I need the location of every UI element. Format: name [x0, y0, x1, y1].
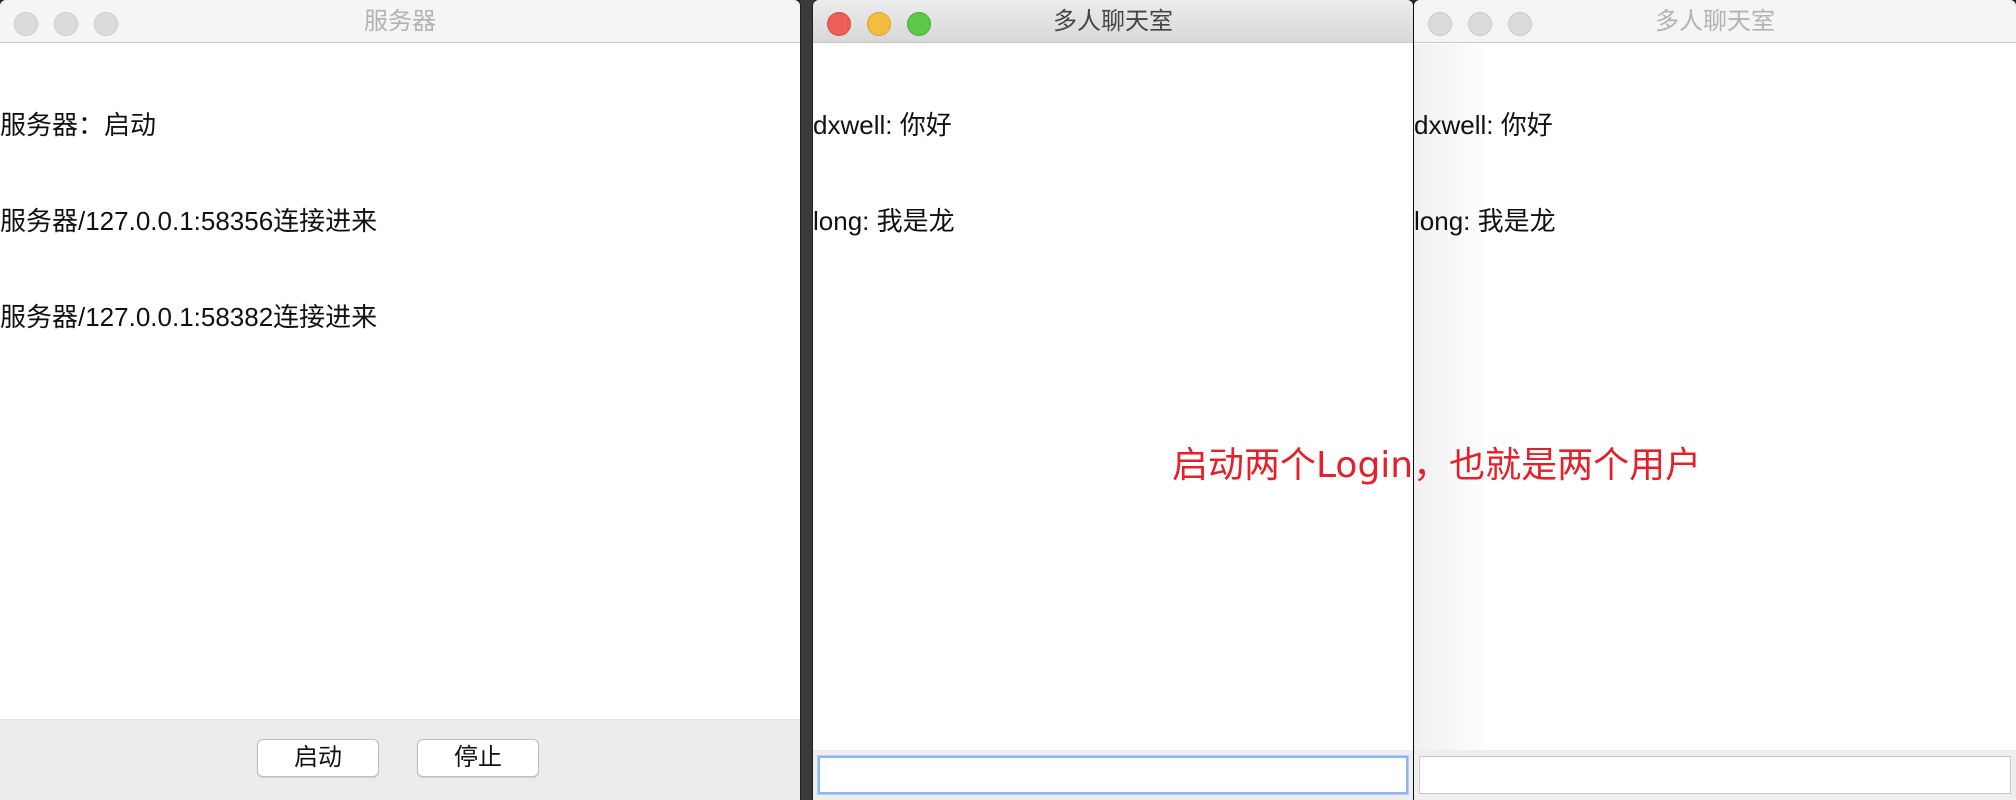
chat-window-1: 多人聊天室 dxwell: 你好 long: 我是龙: [813, 0, 1413, 800]
chat-input-bar: [1414, 750, 2016, 800]
desktop-background: [800, 0, 814, 800]
message-input[interactable]: [818, 756, 1408, 794]
annotation-text: 启动两个Login，也就是两个用户: [1172, 445, 1702, 486]
chat-input-bar: [813, 750, 1413, 800]
chat-titlebar: 多人聊天室: [813, 0, 1413, 43]
log-line: 服务器/127.0.0.1:58356连接进来: [0, 206, 378, 236]
window-title: 服务器: [364, 8, 436, 35]
window-title: 多人聊天室: [1655, 8, 1775, 35]
window-title: 多人聊天室: [1053, 8, 1173, 35]
log-line: 服务器/127.0.0.1:58382连接进来: [0, 302, 378, 332]
chat-message: long: 我是龙: [813, 206, 955, 236]
log-line: 服务器：启动: [0, 110, 157, 140]
server-button-bar: 启动 停止: [0, 719, 800, 800]
chat-messages[interactable]: dxwell: 你好 long: 我是龙: [813, 45, 1413, 301]
chat-titlebar: 多人聊天室: [1414, 0, 2016, 43]
message-input[interactable]: [1419, 756, 2011, 794]
chat-message: dxwell: 你好: [813, 110, 952, 140]
chat-messages[interactable]: dxwell: 你好 long: 我是龙: [1414, 45, 2016, 301]
server-log[interactable]: 服务器：启动 服务器/127.0.0.1:58356连接进来 服务器/127.0…: [0, 45, 800, 397]
stop-button[interactable]: 停止: [417, 739, 539, 777]
start-button[interactable]: 启动: [257, 739, 379, 777]
chat-window-2: 多人聊天室 dxwell: 你好 long: 我是龙: [1414, 0, 2016, 800]
chat-message: long: 我是龙: [1414, 206, 1556, 236]
chat-message: dxwell: 你好: [1414, 110, 1553, 140]
server-window: 服务器 服务器：启动 服务器/127.0.0.1:58356连接进来 服务器/1…: [0, 0, 800, 800]
server-titlebar: 服务器: [0, 0, 800, 43]
